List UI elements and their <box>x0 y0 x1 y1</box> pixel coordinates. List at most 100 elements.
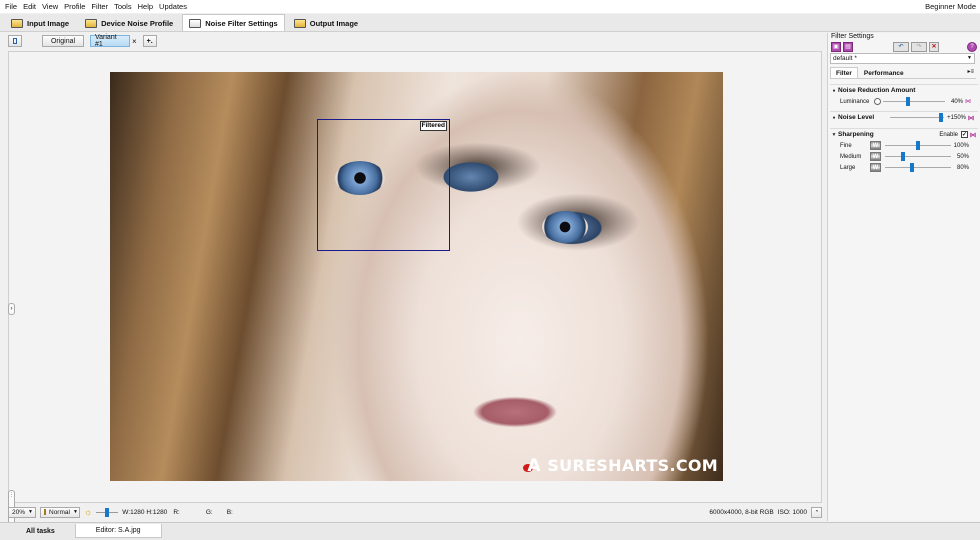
collapse-left-panel-handle[interactable]: › <box>8 303 15 315</box>
auto-toggle-icon[interactable] <box>874 98 881 105</box>
right-eye <box>542 211 588 243</box>
sharpen-fine-row: Fine W 100% <box>830 140 978 151</box>
step-input-image[interactable]: Input Image <box>4 14 76 31</box>
medium-value: 50% <box>956 153 969 160</box>
luminance-value: 40% <box>950 98 963 105</box>
add-variant-button[interactable]: +. <box>142 35 157 47</box>
variant-bar: Original Variant #1 × +. <box>0 33 825 49</box>
sharpen-fine-slider[interactable] <box>885 141 951 150</box>
watermark: A SURESHARTS.COM <box>523 456 718 475</box>
section-title: Noise Reduction Amount <box>838 87 916 94</box>
chevron-down-icon: ▼ <box>72 509 78 515</box>
sharpen-medium-slider[interactable] <box>885 152 951 161</box>
brightness-slider[interactable] <box>96 507 119 518</box>
help-icon[interactable]: ? <box>967 42 977 52</box>
menu-help[interactable]: Help <box>137 2 158 11</box>
section-header[interactable]: ● Noise Reduction Amount <box>830 85 978 96</box>
section-header[interactable]: ▼ Sharpening Enable ✓ ⋈ <box>830 129 978 140</box>
photo-preview[interactable]: Filtered A SURESHARTS.COM <box>110 72 723 481</box>
enable-sharpening-checkbox[interactable]: ✓ <box>961 131 968 138</box>
panel-tabs: Filter Performance ▸≡ <box>830 67 976 79</box>
red-readout: R: <box>173 508 180 516</box>
noise-level-slider[interactable] <box>890 113 944 122</box>
filter-settings-panel: Filter Settings ▣ ▤ ↶ ↷ ✕ ? default * ▼ … <box>827 33 980 521</box>
collapse-icon: ● <box>832 87 836 94</box>
editor-area: Original Variant #1 × +. Filtered A SURE… <box>0 33 825 526</box>
panel-menu-icon[interactable]: ▸≡ <box>967 67 976 78</box>
status-bar: 20% ▼ Normal ▼ ☼ W:1280 H:1280 R: G: B: … <box>8 505 824 519</box>
mode-indicator[interactable]: Beginner Mode <box>925 2 976 11</box>
panel-title: Filter Settings <box>831 33 874 40</box>
menu-filter[interactable]: Filter <box>90 2 113 11</box>
split-view-icon <box>13 38 17 44</box>
zoom-select[interactable]: 20% ▼ <box>8 506 36 518</box>
menu-file[interactable]: File <box>4 2 22 11</box>
image-canvas[interactable]: Filtered A SURESHARTS.COM <box>8 51 822 503</box>
close-variant-icon[interactable]: × <box>132 37 137 46</box>
link-icon[interactable]: ⋈ <box>963 98 973 105</box>
menu-tools[interactable]: Tools <box>113 2 137 11</box>
slider-thumb[interactable] <box>939 113 943 122</box>
slider-thumb[interactable] <box>105 507 110 517</box>
slider-thumb[interactable] <box>906 97 910 106</box>
undo-icon[interactable]: ↶ <box>893 42 909 52</box>
slider-thumb[interactable] <box>901 152 905 161</box>
fine-label: Fine <box>840 142 852 149</box>
filtered-preview-box[interactable]: Filtered <box>317 119 450 251</box>
delete-preset-icon[interactable]: ✕ <box>929 42 939 52</box>
sun-icon[interactable]: ☼ <box>84 507 92 517</box>
preset-select[interactable]: default * ▼ <box>830 53 975 64</box>
step-output-image[interactable]: Output Image <box>287 14 365 31</box>
view-mode-select[interactable]: Normal ▼ <box>40 506 80 518</box>
menu-bar: File Edit View Profile Filter Tools Help… <box>0 0 980 13</box>
enable-label: Enable <box>939 131 958 138</box>
slider-thumb[interactable] <box>910 163 914 172</box>
link-icon[interactable]: ⋈ <box>968 131 978 139</box>
noise-level-value: +150% <box>947 114 966 121</box>
menu-profile[interactable]: Profile <box>63 2 90 11</box>
step-label: Noise Filter Settings <box>205 18 278 28</box>
link-icon[interactable]: ⋈ <box>966 114 976 122</box>
menu-updates[interactable]: Updates <box>158 2 192 11</box>
luminance-row: Luminance 40% ⋈ <box>830 96 978 107</box>
luminance-label: Luminance <box>840 98 870 105</box>
compare-view-button[interactable] <box>8 35 22 47</box>
workflow-steps: Input Image Device Noise Profile Noise F… <box>0 14 980 32</box>
tab-editor-document[interactable]: Editor: S.A.jpg <box>74 524 162 538</box>
section-title: Noise Level <box>838 114 875 121</box>
chevron-down-icon: ▼ <box>28 509 33 515</box>
save-preset-icon[interactable]: ▤ <box>843 42 853 52</box>
open-preset-icon[interactable]: ▣ <box>831 42 841 52</box>
sharpen-large-slider[interactable] <box>885 163 951 172</box>
tab-performance[interactable]: Performance <box>858 67 910 78</box>
tab-all-tasks[interactable]: All tasks <box>6 524 75 538</box>
large-value: 80% <box>956 164 969 171</box>
watermark-logo-icon: A <box>523 457 545 475</box>
luminance-slider[interactable] <box>883 97 945 106</box>
menu-edit[interactable]: Edit <box>22 2 41 11</box>
preset-toolbar: ▣ ▤ ↶ ↷ ✕ ? <box>831 42 977 52</box>
section-header[interactable]: ● Noise Level +150% ⋈ <box>830 112 978 123</box>
folder-icon <box>44 509 46 515</box>
tab-original[interactable]: Original <box>42 35 84 47</box>
image-info: 6000x4000, 8-bit RGB <box>709 508 774 516</box>
green-readout: G: <box>205 508 213 516</box>
step-label: Device Noise Profile <box>101 18 174 28</box>
histogram-button[interactable]: ◔ <box>811 506 822 518</box>
filter-settings-icon <box>189 18 202 28</box>
tab-variant-1[interactable]: Variant #1 <box>90 34 130 48</box>
step-device-noise-profile[interactable]: Device Noise Profile <box>78 14 180 31</box>
tab-filter[interactable]: Filter <box>830 67 858 78</box>
sharpen-large-row: Large W 80% <box>830 162 978 173</box>
step-label: Output Image <box>309 18 359 28</box>
collapse-icon: ▼ <box>831 131 837 138</box>
slider-thumb[interactable] <box>916 141 920 150</box>
camera-profile-icon <box>85 18 98 28</box>
histogram-icon: ◔ <box>814 509 819 515</box>
menu-view[interactable]: View <box>41 2 63 11</box>
image-icon <box>11 18 23 28</box>
collapse-icon: ● <box>832 114 836 121</box>
redo-icon[interactable]: ↷ <box>911 42 927 52</box>
step-noise-filter-settings[interactable]: Noise Filter Settings <box>182 14 285 31</box>
view-mode-value: Normal <box>49 508 70 516</box>
